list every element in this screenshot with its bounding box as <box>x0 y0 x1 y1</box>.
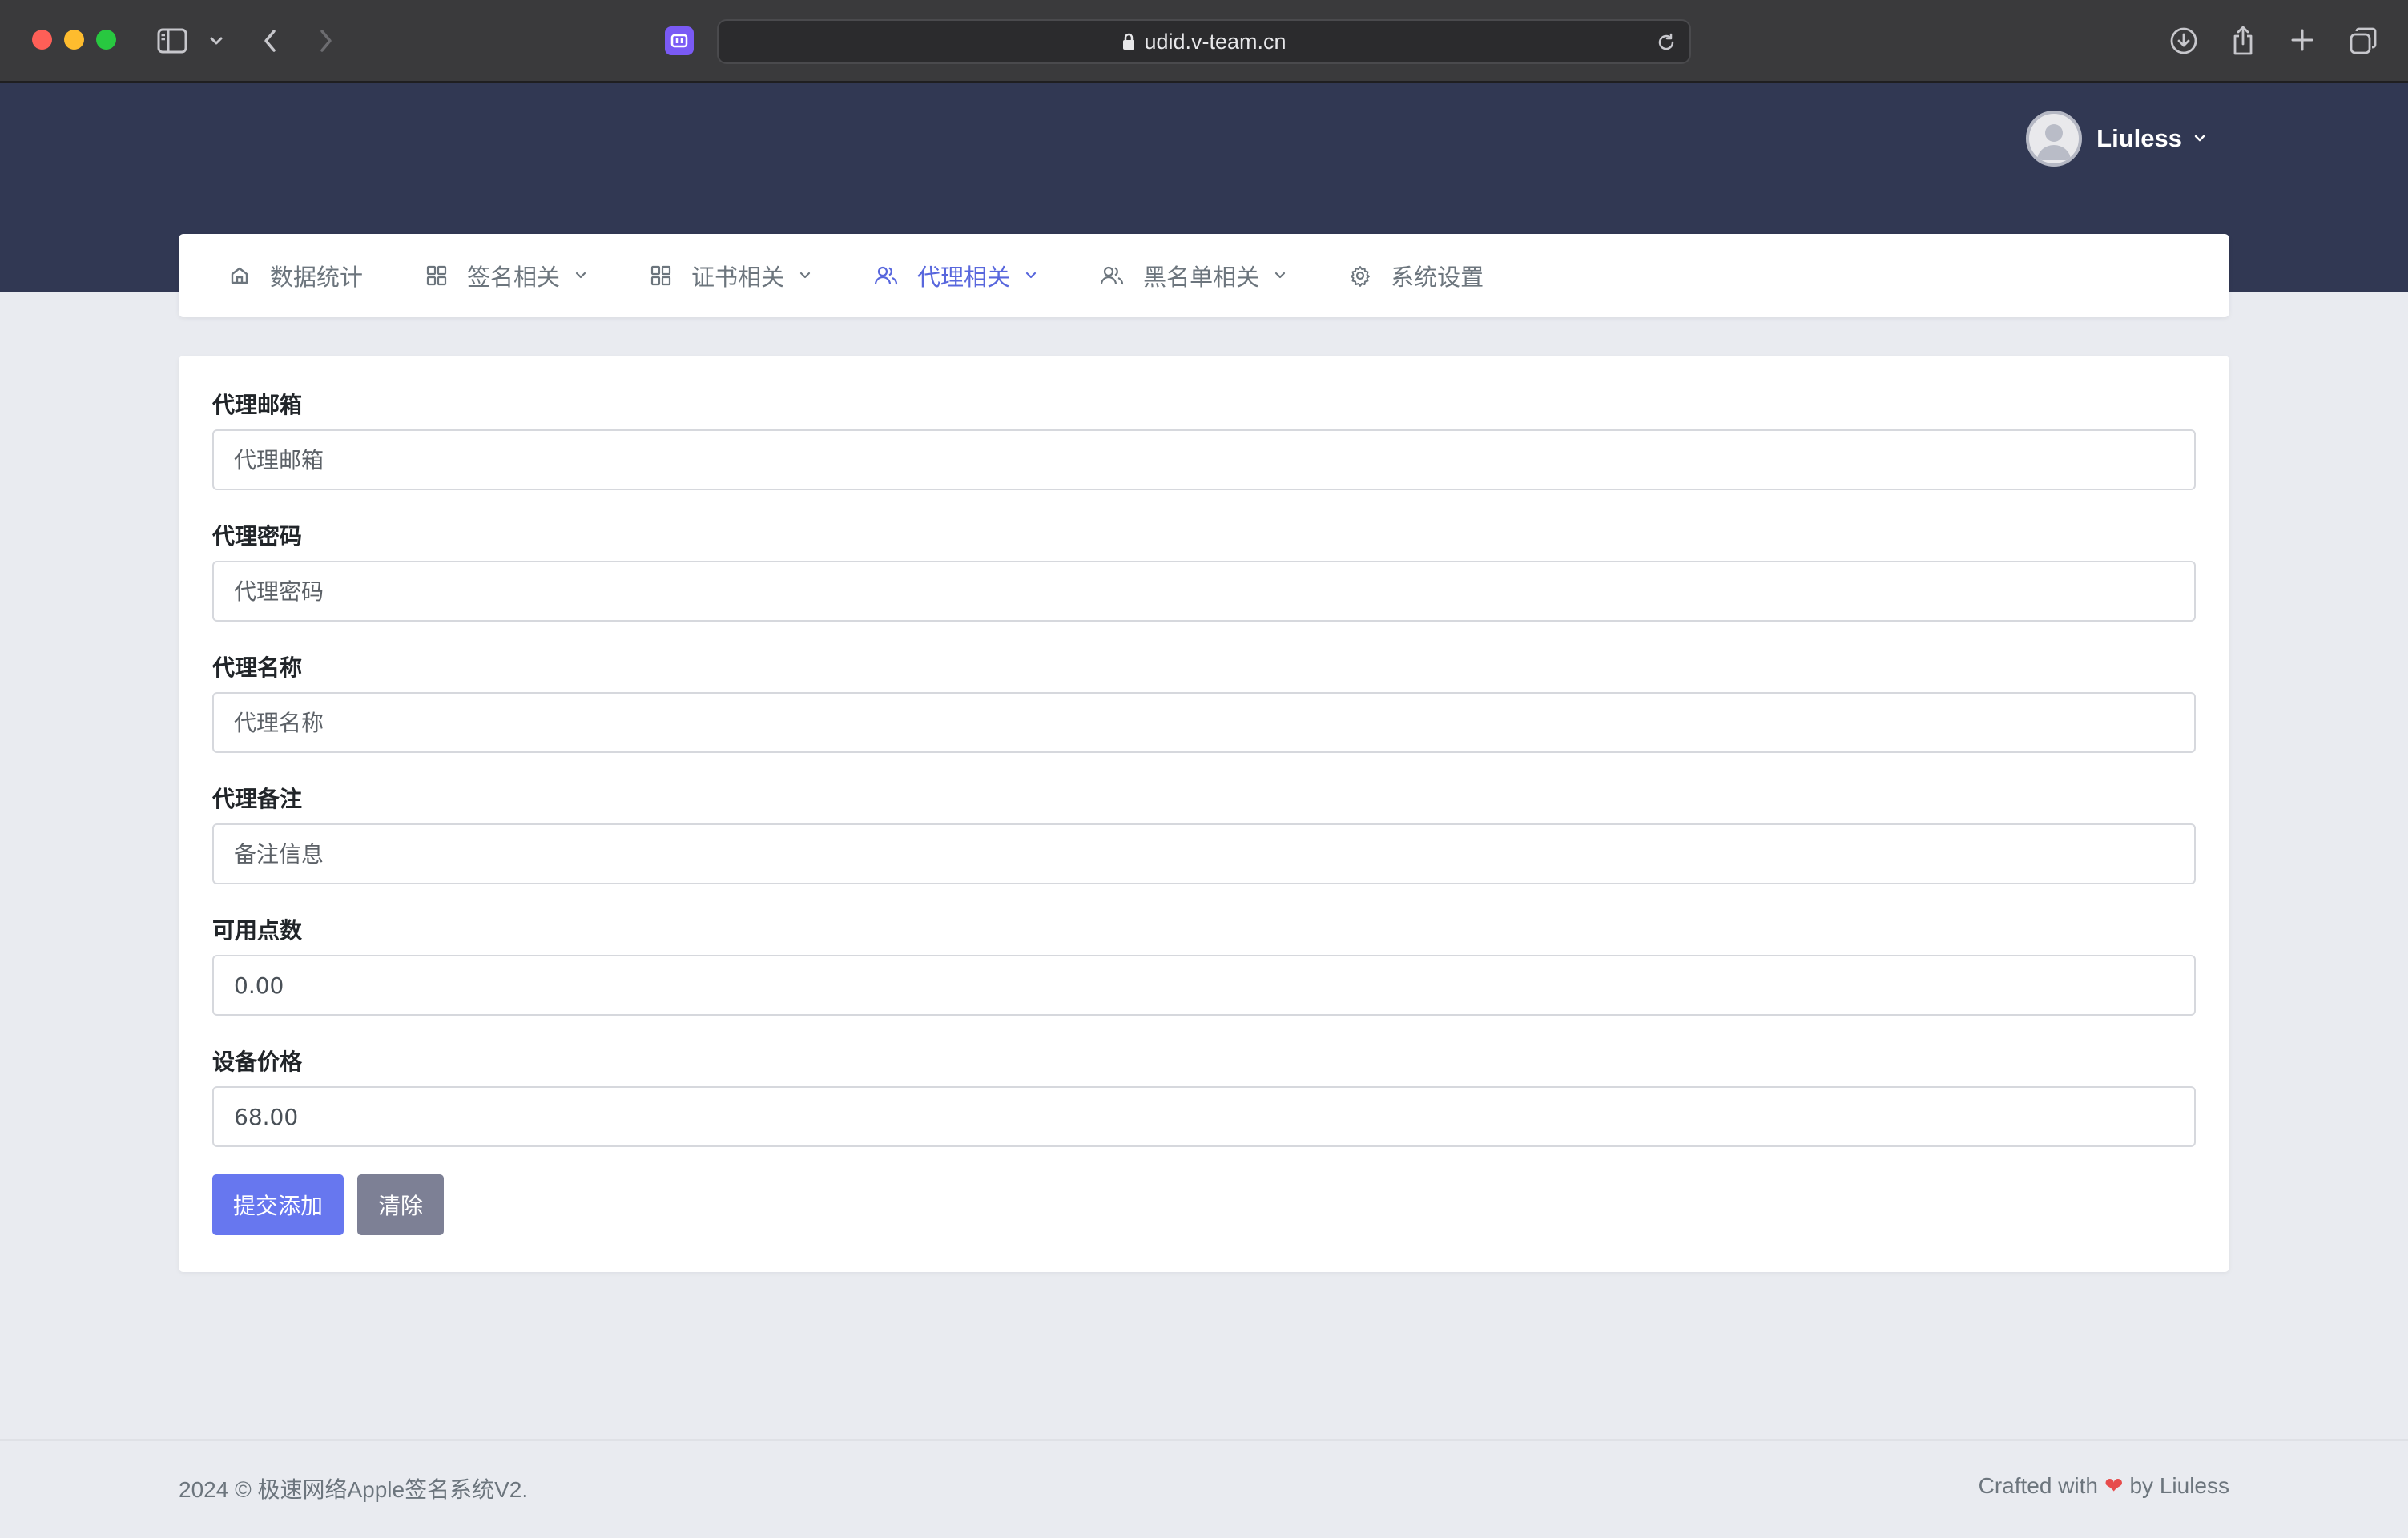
available-points-input[interactable] <box>212 955 2196 1016</box>
submit-button[interactable]: 提交添加 <box>212 1174 344 1235</box>
device-price-input[interactable] <box>212 1086 2196 1147</box>
browser-toolbar: udid.v-team.cn <box>0 0 2408 83</box>
nav-label: 系统设置 <box>1391 264 1484 291</box>
field-available-points: 可用点数 <box>212 915 2196 1016</box>
form-actions: 提交添加 清除 <box>212 1174 2196 1235</box>
field-label: 代理备注 <box>212 786 303 812</box>
field-label: 代理邮箱 <box>212 392 303 418</box>
nav-item-blacklist[interactable]: 黑名单相关 <box>1100 234 1287 317</box>
forward-icon[interactable] <box>314 26 338 56</box>
nav-label: 签名相关 <box>467 264 561 291</box>
agent-note-input[interactable] <box>212 823 2196 884</box>
chevron-down-icon[interactable] <box>207 32 226 50</box>
chevron-down-icon <box>2193 134 2206 143</box>
crafted-prefix: Crafted with <box>1978 1472 2099 1498</box>
clear-button[interactable]: 清除 <box>357 1174 445 1235</box>
lock-icon <box>1121 32 1136 51</box>
nav-item-agents[interactable]: 代理相关 <box>874 234 1037 317</box>
nav-label: 数据统计 <box>270 264 364 291</box>
field-label: 代理密码 <box>212 523 303 550</box>
nav-label: 证书相关 <box>691 264 785 291</box>
main-nav: 数据统计 签名相关 证书相关 代理相关 黑名单相关 系统设置 <box>179 234 2229 317</box>
nav-item-settings[interactable]: 系统设置 <box>1349 234 1484 317</box>
footer-credit: Crafted with ❤ by Liuless <box>1979 1472 2229 1499</box>
field-device-price: 设备价格 <box>212 1046 2196 1147</box>
avatar <box>2026 110 2083 167</box>
users-icon <box>874 264 898 287</box>
chevron-down-icon <box>574 271 587 280</box>
field-agent-name: 代理名称 <box>212 652 2196 753</box>
extension-icon[interactable] <box>665 26 694 55</box>
new-tab-icon[interactable] <box>2288 26 2317 54</box>
grid-icon <box>425 264 448 287</box>
agent-email-input[interactable] <box>212 429 2196 490</box>
minimize-window-button[interactable] <box>64 30 84 50</box>
field-label: 设备价格 <box>212 1049 303 1075</box>
footer-divider <box>0 1439 2408 1441</box>
agent-password-input[interactable] <box>212 561 2196 622</box>
field-agent-password: 代理密码 <box>212 521 2196 622</box>
close-window-button[interactable] <box>32 30 52 50</box>
chevron-down-icon <box>799 271 811 280</box>
home-icon <box>228 264 251 287</box>
gear-icon <box>1349 264 1371 287</box>
back-icon[interactable] <box>258 26 282 56</box>
address-bar[interactable]: udid.v-team.cn <box>717 19 1691 64</box>
footer-copyright: 2024 © 极速网络Apple签名系统V2. <box>179 1477 529 1502</box>
nav-label: 代理相关 <box>917 264 1011 291</box>
heart-icon: ❤ <box>2104 1473 2124 1498</box>
reload-icon[interactable] <box>1654 30 1678 54</box>
download-icon[interactable] <box>2168 25 2200 57</box>
nav-item-dashboard[interactable]: 数据统计 <box>228 234 363 317</box>
field-label: 可用点数 <box>212 917 303 944</box>
zoom-window-button[interactable] <box>96 30 116 50</box>
tab-overview-icon[interactable] <box>2347 25 2379 57</box>
nav-item-certificates[interactable]: 证书相关 <box>650 234 811 317</box>
share-icon[interactable] <box>2229 22 2257 58</box>
username: Liuless <box>2096 123 2182 152</box>
field-label: 代理名称 <box>212 654 303 681</box>
chevron-down-icon <box>1274 271 1287 280</box>
sidebar-toggle-icon[interactable] <box>156 26 188 56</box>
field-agent-note: 代理备注 <box>212 783 2196 884</box>
grid-icon <box>650 264 672 287</box>
url-text: udid.v-team.cn <box>1144 29 1287 54</box>
agent-name-input[interactable] <box>212 692 2196 753</box>
users-icon <box>1100 264 1124 287</box>
crafted-suffix: by Liuless <box>2129 1472 2229 1498</box>
user-menu[interactable]: Liuless <box>2026 108 2206 168</box>
add-agent-form: 代理邮箱 代理密码 代理名称 代理备注 可用点数 设备价格 提交添加 清除 <box>179 356 2229 1272</box>
chevron-down-icon <box>1025 271 1037 280</box>
nav-label: 黑名单相关 <box>1143 264 1260 291</box>
nav-item-signing[interactable]: 签名相关 <box>425 234 587 317</box>
field-agent-email: 代理邮箱 <box>212 389 2196 490</box>
